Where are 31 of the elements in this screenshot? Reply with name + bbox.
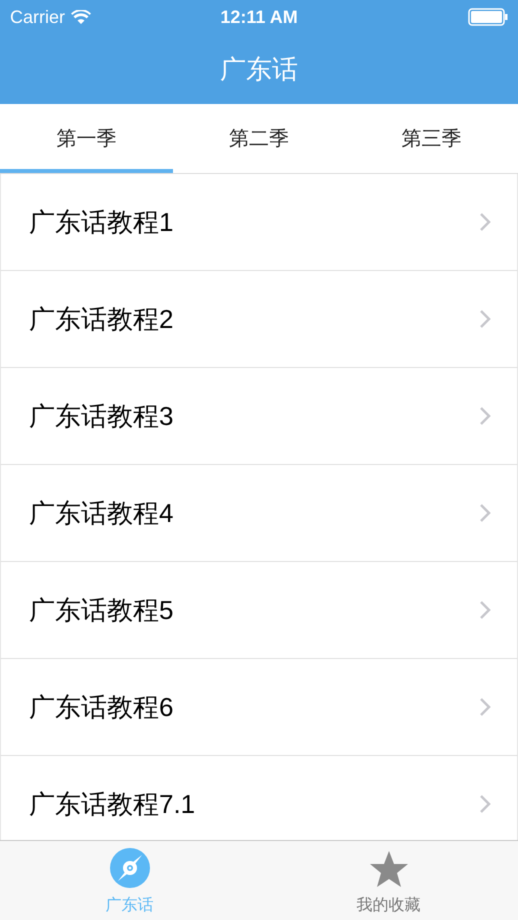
lesson-title: 广东话教程2 <box>29 302 174 336</box>
lesson-row[interactable]: 广东话教程1 <box>0 174 518 271</box>
lesson-row[interactable]: 广东话教程2 <box>0 271 518 368</box>
screen-title: 广东话 <box>220 52 298 86</box>
lesson-title: 广东话教程3 <box>29 400 174 432</box>
star-icon <box>368 850 408 888</box>
battery-icon <box>468 8 508 26</box>
lesson-title: 广东话教程1 <box>29 206 174 238</box>
disc-icon <box>110 848 150 888</box>
chevron-icon <box>479 503 491 523</box>
chevron-icon <box>479 406 491 426</box>
lesson-row[interactable]: 广东话教程5 <box>0 562 518 659</box>
tab-bar-item[interactable]: 我的收藏 <box>259 841 518 920</box>
chevron-icon <box>479 794 491 814</box>
lesson-row[interactable]: 广东话教程6 <box>0 659 518 756</box>
season-tab[interactable]: 第二季 <box>172 104 346 173</box>
lesson-title: 广东话教程4 <box>29 496 174 530</box>
season-tab[interactable]: 第三季 <box>345 104 518 173</box>
chevron-icon <box>479 697 491 717</box>
chevron-icon <box>479 309 491 329</box>
chevron-icon <box>479 600 491 620</box>
lesson-title: 广东话教程5 <box>29 594 174 626</box>
lesson-title: 广东话教程7.1 <box>29 788 196 820</box>
lesson-row[interactable]: 广东话教程4 <box>0 465 518 562</box>
clock-label: 12:11 AM <box>220 6 298 28</box>
season-tab[interactable]: 第一季 <box>0 104 173 173</box>
carrier-label: Carrier <box>10 6 66 28</box>
wifi-icon <box>71 10 92 24</box>
lesson-title: 广东话教程6 <box>29 690 174 724</box>
chevron-icon <box>479 212 491 232</box>
lesson-row[interactable]: 广东话教程3 <box>0 368 518 465</box>
